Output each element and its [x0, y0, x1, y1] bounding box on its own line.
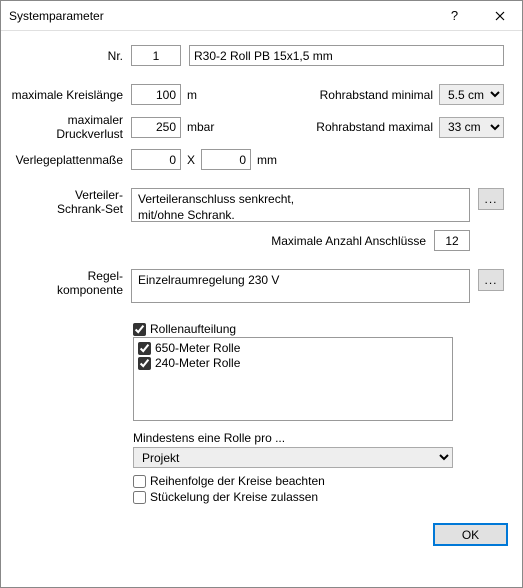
stueckelung-checkbox[interactable] — [133, 491, 146, 504]
system-name-input[interactable] — [189, 45, 504, 66]
verteiler-label: Verteiler-Schrank-Set — [1, 188, 131, 217]
reihenfolge-label: Reihenfolge der Kreise beachten — [150, 474, 325, 488]
verteiler-text: Verteileranschluss senkrecht, mit/ohne S… — [131, 188, 470, 222]
spacing-max-label: Rohrabstand maximal — [316, 120, 439, 134]
rollenaufteilung-checkbox[interactable] — [133, 323, 146, 336]
plate-h-input[interactable] — [201, 149, 251, 170]
titlebar: Systemparameter ? — [1, 1, 522, 31]
max-circuit-input[interactable] — [131, 84, 181, 105]
spacing-max-select[interactable]: 33 cm — [439, 117, 504, 138]
footer: OK — [1, 515, 522, 558]
min-roll-select[interactable]: Projekt — [133, 447, 453, 468]
stueckelung-label: Stückelung der Kreise zulassen — [150, 490, 318, 504]
help-button[interactable]: ? — [432, 1, 477, 31]
roll-item-label: 650-Meter Rolle — [155, 341, 240, 355]
max-pressure-unit: mbar — [187, 120, 214, 134]
reihenfolge-checkbox[interactable] — [133, 475, 146, 488]
max-circuit-label: maximale Kreislänge — [1, 88, 131, 102]
regel-text: Einzelraumregelung 230 V — [131, 269, 470, 303]
regel-label: Regel-komponente — [1, 269, 131, 298]
close-button[interactable] — [477, 1, 522, 31]
nr-label: Nr. — [1, 49, 131, 63]
rolls-listbox[interactable]: 650-Meter Rolle 240-Meter Rolle — [133, 337, 453, 421]
spacing-min-select[interactable]: 5.5 cm — [439, 84, 504, 105]
max-conn-input[interactable] — [434, 230, 470, 251]
min-roll-label: Mindestens eine Rolle pro ... — [133, 431, 504, 445]
roll-item-label: 240-Meter Rolle — [155, 356, 240, 370]
plate-sep: X — [187, 153, 195, 167]
window-title: Systemparameter — [9, 9, 432, 23]
close-icon — [495, 11, 505, 21]
rollenaufteilung-label: Rollenaufteilung — [150, 322, 236, 336]
nr-input[interactable] — [131, 45, 181, 66]
max-conn-label: Maximale Anzahl Anschlüsse — [271, 234, 434, 248]
plate-label: Verlegeplattenmaße — [1, 153, 131, 167]
regel-browse-button[interactable]: ... — [478, 269, 504, 291]
list-item[interactable]: 240-Meter Rolle — [138, 356, 448, 370]
roll-item-checkbox[interactable] — [138, 342, 151, 355]
roll-item-checkbox[interactable] — [138, 357, 151, 370]
ok-button[interactable]: OK — [433, 523, 508, 546]
verteiler-browse-button[interactable]: ... — [478, 188, 504, 210]
max-pressure-label: maximaler Druckverlust — [1, 113, 131, 141]
spacing-min-label: Rohrabstand minimal — [316, 88, 439, 102]
list-item[interactable]: 650-Meter Rolle — [138, 341, 448, 355]
dialog-content: Nr. maximale Kreislänge m Rohrabstand mi… — [1, 31, 522, 515]
max-pressure-input[interactable] — [131, 117, 181, 138]
plate-unit: mm — [257, 153, 277, 167]
max-circuit-unit: m — [187, 88, 197, 102]
plate-w-input[interactable] — [131, 149, 181, 170]
